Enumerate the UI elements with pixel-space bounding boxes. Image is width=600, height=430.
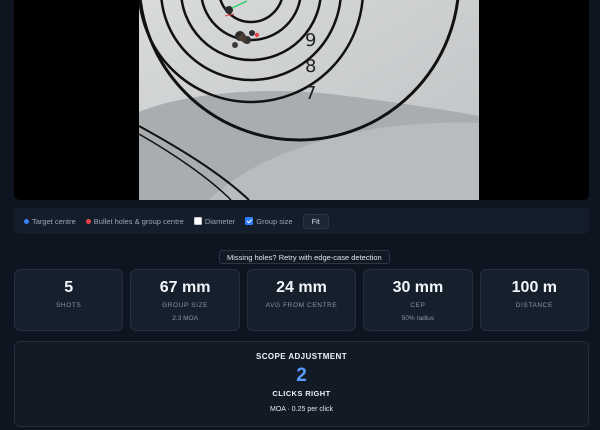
stat-value: 67 mm bbox=[159, 279, 211, 296]
scope-note: MOA · 0.25 per click bbox=[269, 406, 334, 413]
toggle-diameter[interactable]: Diameter bbox=[193, 217, 235, 226]
stat-value: 5 bbox=[64, 279, 74, 296]
ring-number-9: 9 bbox=[305, 30, 316, 51]
stat-card-group-size: 67 mm GROUP SIZE 2.3 MOA bbox=[130, 269, 240, 331]
blue-dot-icon bbox=[24, 218, 29, 224]
stat-card-avg-from-centre: 24 mm AVG FROM CENTRE bbox=[246, 269, 357, 331]
stats-row: 5 SHOTS 67 mm GROUP SIZE 2.3 MOA 24 mm A… bbox=[14, 269, 590, 331]
fit-button[interactable]: Fit bbox=[302, 213, 329, 229]
stat-label: GROUP SIZE bbox=[162, 302, 209, 309]
scope-clicks-value: 2 bbox=[296, 365, 307, 386]
stat-label: AVG FROM CENTRE bbox=[265, 302, 338, 309]
group-size-checkbox[interactable] bbox=[245, 217, 254, 225]
stat-card-cep: 30 mm CEP 50% radius bbox=[363, 269, 473, 331]
stat-card-distance: 100 m DISTANCE bbox=[479, 269, 590, 331]
target-photo: 9 8 7 bbox=[139, 0, 479, 200]
ring-number-7: 7 bbox=[305, 83, 316, 104]
stat-label: CEP bbox=[410, 302, 426, 309]
retry-detection-button[interactable]: Missing holes? Retry with edge-case dete… bbox=[219, 250, 390, 264]
overlay-controls: Target centre Bullet holes & group centr… bbox=[14, 208, 589, 234]
stat-value: 30 mm bbox=[392, 279, 444, 296]
stat-value: 24 mm bbox=[276, 279, 327, 296]
scope-adjustment-panel: SCOPE ADJUSTMENT 2 CLICKS RIGHT MOA · 0.… bbox=[14, 341, 589, 427]
stat-card-shots: 5 SHOTS bbox=[14, 269, 124, 331]
scope-title: SCOPE ADJUSTMENT bbox=[255, 352, 347, 361]
legend-bullet-holes: Bullet holes & group centre bbox=[85, 217, 184, 226]
stat-label: SHOTS bbox=[56, 302, 82, 309]
stat-sub: 50% radius bbox=[401, 315, 435, 322]
scope-direction: CLICKS RIGHT bbox=[272, 389, 331, 398]
ring-number-8: 8 bbox=[305, 56, 316, 77]
toggle-group-size[interactable]: Group size bbox=[245, 217, 293, 226]
diameter-checkbox[interactable] bbox=[193, 217, 202, 225]
stat-sub: 2.3 MOA bbox=[172, 315, 198, 322]
target-image-viewer[interactable]: 9 8 7 bbox=[14, 0, 589, 200]
stat-value: 100 m bbox=[511, 279, 558, 296]
legend-target-centre: Target centre bbox=[24, 217, 76, 226]
red-dot-icon bbox=[85, 218, 91, 224]
stat-label: DISTANCE bbox=[515, 302, 553, 309]
